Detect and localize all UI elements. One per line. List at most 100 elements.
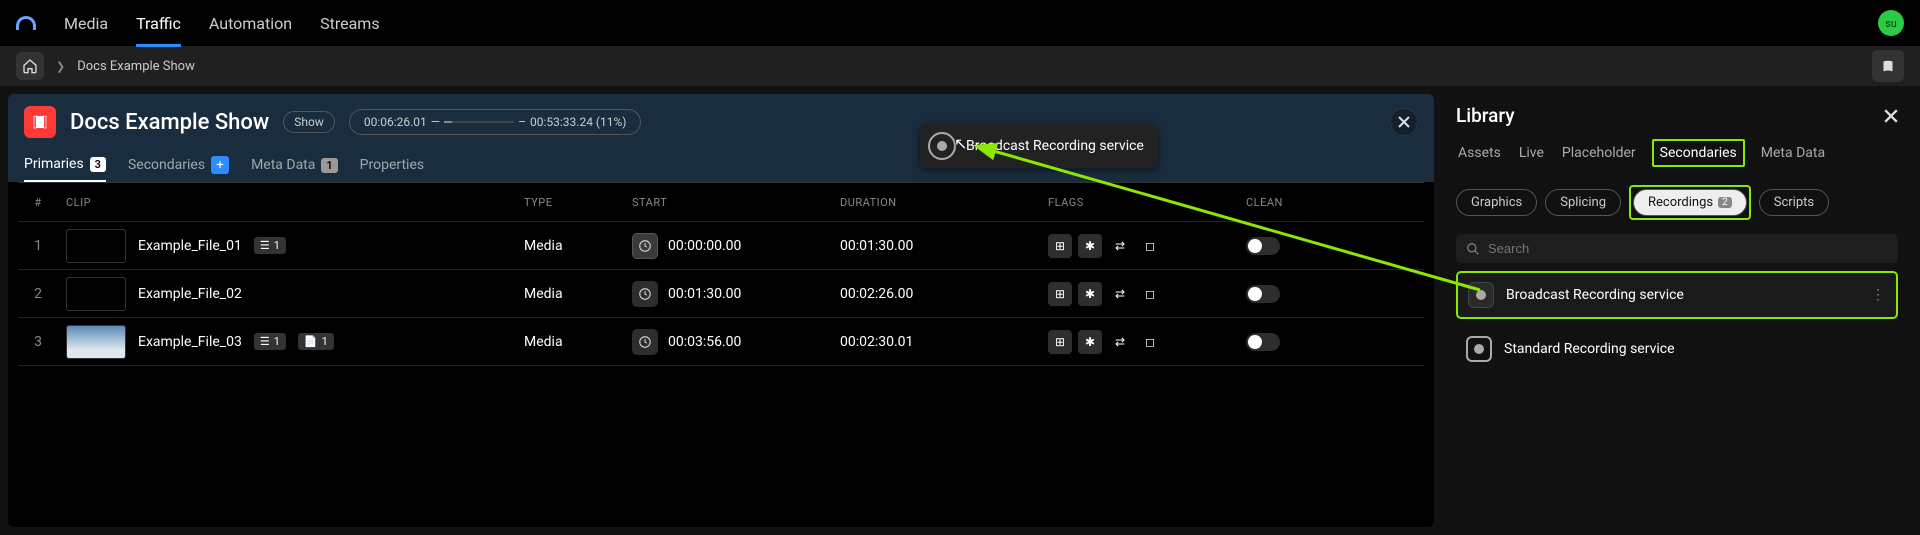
clean-toggle[interactable] xyxy=(1246,285,1280,303)
snowflake-icon[interactable]: ✱ xyxy=(1078,330,1102,354)
row-num: 3 xyxy=(18,334,58,350)
home-icon xyxy=(22,58,38,74)
pill-recordings[interactable]: Recordings 2 xyxy=(1633,189,1747,216)
col-start: START xyxy=(632,196,832,209)
transition-icon[interactable]: ⊞ xyxy=(1048,330,1072,354)
cursor-icon: ↖ xyxy=(954,134,967,153)
show-pill[interactable]: Show xyxy=(283,111,335,133)
clean-toggle[interactable] xyxy=(1246,333,1280,351)
repeat-icon[interactable]: ⇄ xyxy=(1108,330,1132,354)
add-secondary-button[interactable]: + xyxy=(211,156,229,174)
col-flags: FLAGS xyxy=(1048,196,1238,209)
user-avatar[interactable]: su xyxy=(1878,10,1904,36)
tab-primaries[interactable]: Primaries 3 xyxy=(24,148,106,182)
search-input[interactable] xyxy=(1488,241,1888,256)
editor-title: Docs Example Show xyxy=(70,110,269,135)
transition-icon[interactable]: ⊞ xyxy=(1048,234,1072,258)
table-row[interactable]: 1Example_File_01☰1Media00:00:00.0000:01:… xyxy=(18,222,1424,270)
clock-icon xyxy=(638,239,652,253)
lib-tab-assets[interactable]: Assets xyxy=(1456,141,1503,165)
col-type: TYPE xyxy=(524,196,624,209)
lib-tab-secondaries[interactable]: Secondaries xyxy=(1652,139,1745,167)
tab-secondaries[interactable]: Secondaries + xyxy=(128,148,229,182)
top-nav: Media Traffic Automation Streams su xyxy=(0,0,1920,46)
stop-icon[interactable]: ◻ xyxy=(1138,282,1162,306)
start-time: 00:00:00.00 xyxy=(668,238,741,254)
repeat-icon[interactable]: ⇄ xyxy=(1108,234,1132,258)
tab-metadata[interactable]: Meta Data 1 xyxy=(251,149,338,181)
breadcrumb-bar: ❯ Docs Example Show xyxy=(0,46,1920,86)
time-range[interactable]: 00:06:26.01 — – 00:53:33.24 (11%) xyxy=(349,109,642,135)
snowflake-icon[interactable]: ✱ xyxy=(1078,282,1102,306)
tab-properties[interactable]: Properties xyxy=(360,149,424,181)
flags-cell: ⊞✱⇄◻ xyxy=(1048,234,1238,258)
clip-badge[interactable]: 📄1 xyxy=(298,333,334,350)
pill-splicing[interactable]: Splicing xyxy=(1545,189,1621,216)
pill-scripts[interactable]: Scripts xyxy=(1759,189,1829,216)
home-button[interactable] xyxy=(16,52,44,80)
table-row[interactable]: 3Example_File_03☰1📄1Media00:03:56.0000:0… xyxy=(18,318,1424,366)
snowflake-icon[interactable]: ✱ xyxy=(1078,234,1102,258)
clean-cell xyxy=(1246,285,1366,303)
nav-automation[interactable]: Automation xyxy=(209,2,292,45)
pill-badge: 2 xyxy=(1718,197,1732,208)
nav-media[interactable]: Media xyxy=(64,2,108,45)
stop-icon[interactable]: ◻ xyxy=(1138,330,1162,354)
clean-cell xyxy=(1246,333,1366,351)
clip-thumbnail[interactable] xyxy=(66,229,126,263)
clip-thumbnail[interactable] xyxy=(66,277,126,311)
close-icon xyxy=(1398,116,1410,128)
transition-icon[interactable]: ⊞ xyxy=(1048,282,1072,306)
clips-table: # CLIP TYPE START DURATION FLAGS CLEAN 1… xyxy=(8,182,1434,527)
start-cell: 00:01:30.00 xyxy=(632,281,832,307)
clock-icon xyxy=(638,335,652,349)
col-duration: DURATION xyxy=(840,196,1040,209)
clip-name: Example_File_01 xyxy=(138,238,242,254)
clip-badge[interactable]: ☰1 xyxy=(254,237,286,254)
lib-tab-live[interactable]: Live xyxy=(1517,141,1546,165)
tab-badge: 1 xyxy=(321,158,337,173)
clean-toggle[interactable] xyxy=(1246,237,1280,255)
duration-cell: 00:02:26.00 xyxy=(840,286,1040,302)
app-logo[interactable] xyxy=(16,16,36,30)
breadcrumb-item[interactable]: Docs Example Show xyxy=(77,59,195,74)
clock-icon xyxy=(638,287,652,301)
lib-item-standard-recording[interactable]: Standard Recording service xyxy=(1456,327,1898,371)
row-num: 2 xyxy=(18,286,58,302)
table-row[interactable]: 2 Example_File_02 Media 00:01:30.00 00:02:26… xyxy=(18,270,1424,318)
clock-button[interactable] xyxy=(632,281,658,307)
lib-tab-metadata[interactable]: Meta Data xyxy=(1759,141,1827,165)
clip-badge[interactable]: ☰1 xyxy=(254,333,286,350)
book-icon xyxy=(1879,57,1897,75)
flags-cell: ⊞✱⇄◻ xyxy=(1048,330,1238,354)
clip-thumbnail[interactable] xyxy=(66,325,126,359)
clip-cell: Example_File_01 ☰1 xyxy=(66,229,516,263)
film-icon xyxy=(31,113,49,131)
library-search[interactable] xyxy=(1456,234,1898,263)
clip-cell: Example_File_02 xyxy=(66,277,516,311)
library-toggle-button[interactable] xyxy=(1872,50,1904,82)
col-num: # xyxy=(18,196,58,209)
type-cell: Media xyxy=(524,286,624,302)
stop-icon[interactable]: ◻ xyxy=(1138,234,1162,258)
drag-preview-label: Broadcast Recording service xyxy=(966,138,1144,154)
close-library-button[interactable] xyxy=(1884,109,1898,123)
drag-handle-icon[interactable]: ⋮ xyxy=(1871,287,1886,303)
nav-traffic[interactable]: Traffic xyxy=(136,2,181,45)
record-icon xyxy=(1468,282,1494,308)
lib-tab-placeholder[interactable]: Placeholder xyxy=(1560,141,1638,165)
time-end: 00:53:33.24 (11%) xyxy=(530,115,626,129)
nav-streams[interactable]: Streams xyxy=(320,2,379,45)
record-icon xyxy=(1466,336,1492,362)
duration-cell: 00:01:30.00 xyxy=(840,238,1040,254)
close-icon xyxy=(1884,109,1898,123)
repeat-icon[interactable]: ⇄ xyxy=(1108,282,1132,306)
close-editor-button[interactable] xyxy=(1390,108,1418,136)
clock-button[interactable] xyxy=(632,233,658,259)
start-cell: 00:03:56.00 xyxy=(632,329,832,355)
pill-recordings-highlight: Recordings 2 xyxy=(1629,185,1751,220)
clock-button[interactable] xyxy=(632,329,658,355)
lib-item-broadcast-recording[interactable]: Broadcast Recording service ⋮ xyxy=(1456,271,1898,319)
start-cell: 00:00:00.00 xyxy=(632,233,832,259)
pill-graphics[interactable]: Graphics xyxy=(1456,189,1537,216)
